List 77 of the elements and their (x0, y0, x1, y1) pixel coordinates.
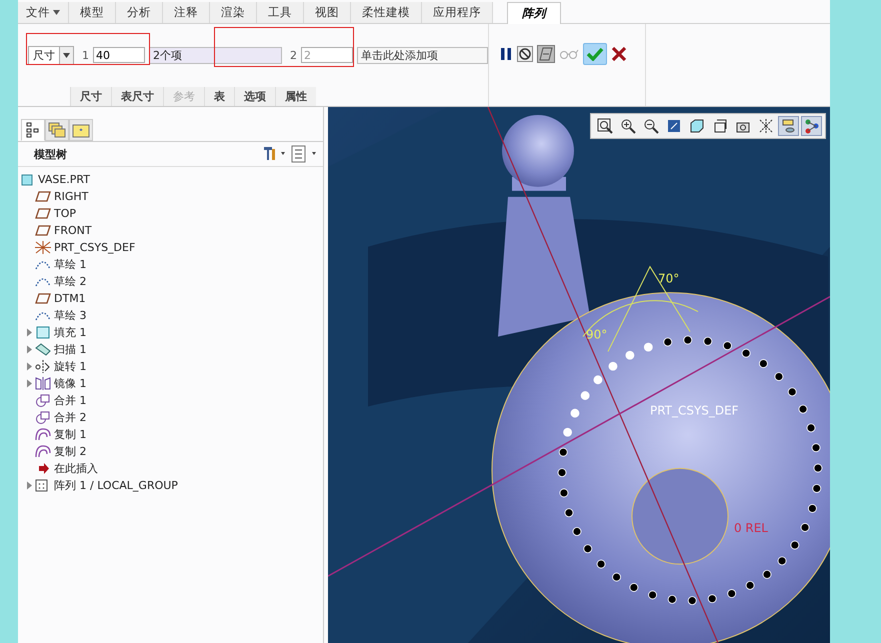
count-field[interactable]: 40 (93, 47, 145, 63)
tree-item[interactable]: 草绘 2 (54, 274, 86, 289)
tree-item[interactable]: FRONT (54, 224, 92, 237)
spin-center-icon[interactable] (801, 116, 822, 136)
ribbon-tab[interactable]: 视图 (304, 2, 351, 23)
ribbon-tab[interactable]: 注释 (163, 2, 210, 23)
tree-item[interactable]: DTM1 (54, 292, 86, 305)
ribbon-tab[interactable]: 渲染 (210, 2, 257, 23)
tree-item[interactable]: RIGHT (54, 190, 88, 203)
part-icon (21, 173, 34, 186)
tree-item[interactable]: 复制 1 (54, 427, 86, 442)
vase-model-drawing: 70° 90° PRT_CSYS_DEF 0 REL (328, 107, 830, 643)
tree-item[interactable]: TOP (54, 207, 76, 220)
tree-item[interactable]: 合并 2 (54, 410, 86, 425)
ribbon-tab[interactable]: 应用程序 (422, 2, 493, 23)
expand-arrow-icon[interactable] (26, 379, 32, 388)
copy-surface-icon (35, 428, 51, 441)
datum-plane-icon (35, 292, 51, 305)
dropdown-caret-icon (53, 10, 60, 16)
geometry-check-icon[interactable] (537, 45, 555, 63)
tree-item[interactable]: 填充 1 (54, 325, 86, 340)
tree-item[interactable]: PRT_CSYS_DEF (54, 241, 136, 254)
sweep-icon (35, 343, 51, 356)
coordinate-system-icon (35, 241, 51, 254)
ribbon-tab[interactable]: 工具 (257, 2, 304, 23)
ribbon-tab[interactable]: 阵列 (507, 2, 561, 24)
panel-tab[interactable]: 表尺寸 (111, 87, 163, 106)
pattern-type-dropdown[interactable]: 尺寸 (28, 46, 74, 64)
tree-item[interactable]: 旋转 1 (54, 359, 86, 374)
direction-index: 2 (290, 48, 297, 62)
datum-plane-icon (35, 224, 51, 237)
panel-tab[interactable]: 选项 (234, 87, 275, 106)
expand-arrow-icon[interactable] (26, 481, 32, 490)
ribbon-tab[interactable]: 模型 (69, 2, 116, 23)
tree-item[interactable]: 草绘 1 (54, 257, 86, 272)
revolve-icon (35, 360, 51, 373)
tree-item[interactable]: 镜像 1 (54, 376, 86, 391)
item-collector[interactable]: 单击此处添加项 (356, 46, 488, 64)
item-collector[interactable]: 2个项 (149, 46, 282, 64)
tree-item[interactable]: 扫描 1 (54, 342, 86, 357)
folders-icon (48, 122, 66, 138)
list-settings-dropdown-icon[interactable] (291, 145, 319, 163)
tree-item[interactable]: 复制 2 (54, 444, 86, 459)
cancel-icon[interactable] (611, 46, 627, 62)
panel-tab[interactable]: 尺寸 (70, 87, 111, 106)
layers-tab[interactable] (45, 119, 69, 141)
direction-index: 1 (82, 48, 89, 62)
favorites-tab[interactable] (69, 119, 93, 141)
datum-plane-icon (35, 207, 51, 220)
expand-arrow-icon[interactable] (26, 328, 32, 337)
expand-arrow-icon[interactable] (26, 345, 32, 354)
tree-item[interactable]: 草绘 3 (54, 308, 86, 323)
merge-icon (35, 411, 51, 424)
fill-icon (35, 326, 51, 339)
copy-surface-icon (35, 445, 51, 458)
expand-arrow-icon[interactable] (26, 362, 32, 371)
merge-icon (35, 394, 51, 407)
tools-dropdown-icon[interactable] (261, 145, 287, 161)
tree-icon (26, 122, 40, 138)
check-icon (586, 47, 604, 61)
file-menu[interactable]: 文件 (18, 2, 69, 23)
ribbon-tab[interactable]: 分析 (116, 2, 163, 23)
panel-title: 模型树 (34, 146, 67, 162)
tree-item[interactable]: VASE.PRT (38, 173, 90, 186)
tree-item[interactable]: 合并 1 (54, 393, 86, 408)
mirror-icon (35, 377, 51, 390)
panel-tab[interactable]: 属性 (275, 87, 316, 106)
model-tree-tab[interactable] (21, 119, 45, 141)
dropdown-caret-icon (63, 52, 70, 58)
ribbon-tab[interactable]: 柔性建模 (351, 2, 422, 23)
panel-tab[interactable]: 表 (204, 87, 234, 106)
no-preview-icon[interactable] (517, 46, 533, 62)
datum-plane-icon (35, 190, 51, 203)
tree-item[interactable]: 阵列 1 / LOCAL_GROUP (54, 478, 178, 493)
annotation-display-icon[interactable] (778, 116, 799, 136)
tree-item[interactable]: 在此插入 (54, 461, 98, 476)
pause-icon[interactable] (499, 46, 513, 62)
